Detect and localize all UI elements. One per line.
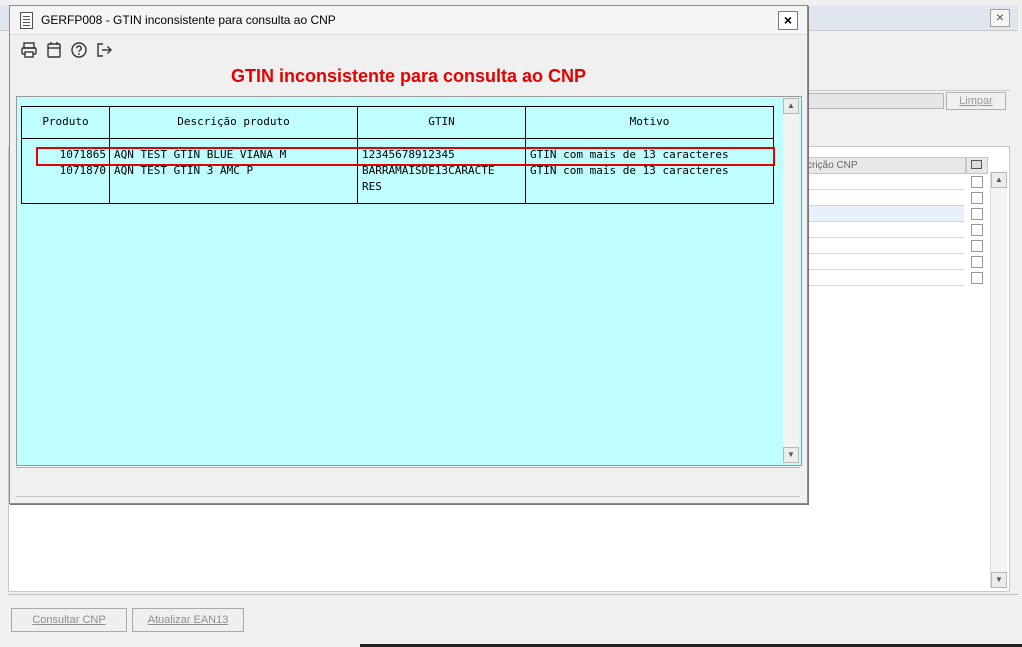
dialog-title: GERFP008 - GTIN inconsistente para consu… bbox=[41, 13, 336, 27]
select-all-icon bbox=[971, 160, 982, 169]
column-header-produto: Produto bbox=[42, 115, 89, 128]
limpar-button[interactable]: Limpar bbox=[946, 92, 1006, 110]
row-checkbox[interactable] bbox=[971, 272, 983, 284]
row-checkbox[interactable] bbox=[971, 176, 983, 188]
dialog-vertical-scrollbar[interactable]: ▲ ▼ bbox=[783, 98, 799, 463]
dialog-heading: GTIN inconsistente para consulta ao CNP bbox=[230, 66, 587, 86]
calendar-icon[interactable] bbox=[45, 41, 63, 59]
background-vertical-scrollbar[interactable]: ▲ ▼ bbox=[990, 172, 1007, 588]
grid-row[interactable] bbox=[806, 190, 964, 206]
background-divider bbox=[8, 594, 1018, 595]
row-checkbox[interactable] bbox=[971, 192, 983, 204]
highlighted-row-outline bbox=[36, 147, 775, 166]
row-checkbox[interactable] bbox=[971, 240, 983, 252]
column-header-gtin: GTIN bbox=[428, 115, 455, 128]
grid-row[interactable] bbox=[806, 270, 964, 286]
atualizar-ean13-button[interactable]: Atualizar EAN13 bbox=[132, 608, 244, 632]
column-header-motivo: Motivo bbox=[629, 115, 670, 128]
row-checkbox[interactable] bbox=[971, 256, 983, 268]
background-filter-input[interactable] bbox=[806, 93, 944, 109]
scroll-down-icon[interactable]: ▼ bbox=[991, 572, 1007, 588]
table-divider bbox=[22, 138, 773, 139]
dialog-close-button[interactable]: × bbox=[778, 11, 798, 30]
exit-icon[interactable] bbox=[95, 41, 113, 59]
scroll-up-icon[interactable]: ▲ bbox=[991, 172, 1007, 188]
gtin-inconsistente-dialog: GERFP008 - GTIN inconsistente para consu… bbox=[9, 5, 808, 504]
scroll-down-icon[interactable]: ▼ bbox=[783, 447, 799, 463]
help-icon[interactable] bbox=[70, 41, 88, 59]
consultar-cnp-button[interactable]: Consultar CNP bbox=[11, 608, 127, 632]
grid-row[interactable] bbox=[806, 222, 964, 238]
grid-header-descricao-cnp[interactable]: crição CNP bbox=[806, 157, 966, 174]
print-icon[interactable] bbox=[20, 41, 38, 59]
row-checkbox[interactable] bbox=[971, 224, 983, 236]
grid-row[interactable] bbox=[806, 206, 964, 222]
background-close-button[interactable]: × bbox=[990, 9, 1010, 27]
grid-row[interactable] bbox=[806, 238, 964, 254]
document-icon bbox=[20, 12, 33, 29]
row-checkbox[interactable] bbox=[971, 208, 983, 220]
column-header-descricao: Descrição produto bbox=[177, 115, 290, 128]
grid-row[interactable] bbox=[806, 174, 964, 190]
grid-row[interactable] bbox=[806, 254, 964, 270]
dialog-titlebar[interactable]: GERFP008 - GTIN inconsistente para consu… bbox=[10, 6, 807, 35]
scroll-up-icon[interactable]: ▲ bbox=[783, 98, 799, 114]
cell-gtin-continued: RES bbox=[362, 180, 382, 193]
dialog-status-bar bbox=[16, 468, 800, 497]
